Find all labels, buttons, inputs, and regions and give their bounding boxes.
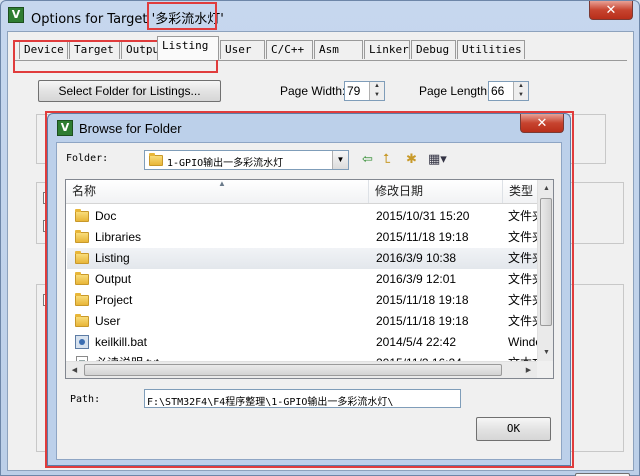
- view-menu-icon[interactable]: ▦▾: [428, 151, 447, 167]
- chevron-down-icon[interactable]: ▼: [332, 151, 348, 169]
- item-date: 2015/10/31 15:20: [376, 209, 470, 223]
- new-folder-icon[interactable]: ✱: [406, 151, 417, 167]
- item-date: 2015/11/18 19:18: [376, 293, 469, 307]
- dialog-title: Browse for Folder: [79, 121, 182, 136]
- tab-linker[interactable]: Linker: [364, 40, 410, 59]
- tab-utilities[interactable]: Utilities: [457, 40, 525, 59]
- select-folder-for-listings-button[interactable]: Select Folder for Listings...: [38, 80, 221, 102]
- tab-asm[interactable]: Asm: [314, 40, 363, 59]
- horizontal-scroll-thumb[interactable]: [84, 364, 502, 376]
- item-name: Project: [95, 293, 133, 307]
- page-width-label: Page Width:: [280, 84, 346, 98]
- page-length-arrows[interactable]: ▲ ▼: [513, 82, 528, 100]
- scroll-up-icon[interactable]: ▲: [538, 180, 553, 197]
- list-item[interactable]: Libraries 2015/11/18 19:18 文件夹: [67, 227, 538, 248]
- list-header: 名称 ▲ 修改日期 类型: [66, 180, 538, 204]
- folder-dropdown-value: 1-GPIO输出一多彩流水灯: [167, 158, 284, 169]
- file-list[interactable]: 名称 ▲ 修改日期 类型 Doc 2015/10/31 15:20 文件夹 Li…: [65, 179, 554, 379]
- path-field[interactable]: F:\STM32F4\F4程序整理\1-GPIO输出一多彩流水灯\: [144, 389, 461, 408]
- folder-icon: [75, 209, 89, 222]
- tab-listing[interactable]: Listing: [157, 36, 219, 60]
- keil-app-icon: V: [57, 120, 73, 136]
- page-length-spinner[interactable]: 66 ▲ ▼: [488, 81, 529, 101]
- item-name: Listing: [95, 251, 130, 265]
- page-length-value[interactable]: 66: [491, 84, 504, 98]
- list-item[interactable]: User 2015/11/18 19:18 文件夹: [67, 311, 538, 332]
- folder-label: Folder:: [66, 153, 109, 164]
- tab-user[interactable]: User: [220, 40, 265, 59]
- item-date: 2016/3/9 10:38: [376, 251, 457, 265]
- page-width-arrows[interactable]: ▲ ▼: [369, 82, 384, 100]
- scroll-corner: [537, 361, 553, 378]
- path-label: Path:: [70, 394, 101, 405]
- up-folder-icon[interactable]: ⮤: [383, 151, 391, 167]
- item-type: Windows: [508, 335, 538, 349]
- scroll-down-icon[interactable]: ▼: [538, 344, 553, 361]
- back-arrow-icon[interactable]: ⇦: [362, 151, 373, 167]
- column-header-date[interactable]: 修改日期: [369, 180, 503, 203]
- vertical-scroll-thumb[interactable]: [540, 198, 552, 326]
- list-item-selected[interactable]: Listing 2016/3/9 10:38 文件夹: [67, 248, 538, 269]
- highlight-listing-tab: [147, 2, 217, 30]
- item-date: 2015/11/18 19:18: [376, 314, 469, 328]
- folder-icon: [75, 293, 89, 306]
- item-date: 2015/11/18 19:18: [376, 230, 469, 244]
- spin-down-icon[interactable]: ▼: [370, 91, 384, 100]
- item-date: 2014/5/4 22:42: [376, 335, 457, 349]
- list-item[interactable]: keilkill.bat 2014/5/4 22:42 Windows: [67, 332, 538, 353]
- column-header-type[interactable]: 类型: [503, 180, 538, 203]
- item-type: 文件夹: [508, 251, 538, 265]
- item-name: Output: [95, 272, 132, 286]
- spin-up-icon[interactable]: ▲: [370, 82, 384, 91]
- outer-titlebar[interactable]: V Options for Target '多彩流水灯' ✕: [1, 1, 639, 31]
- folder-icon: [75, 251, 89, 264]
- path-value: F:\STM32F4\F4程序整理\1-GPIO输出一多彩流水灯\: [147, 397, 394, 408]
- page-width-value[interactable]: 79: [347, 84, 360, 98]
- list-item[interactable]: Project 2015/11/18 19:18 文件夹: [67, 290, 538, 311]
- item-type: 文件夹: [508, 209, 538, 223]
- horizontal-scrollbar[interactable]: ◀ ▶: [66, 361, 537, 378]
- folder-icon: [75, 230, 89, 243]
- item-name: keilkill.bat: [95, 335, 148, 349]
- tab-debug[interactable]: Debug: [411, 40, 456, 59]
- item-type: 文件夹: [508, 314, 538, 328]
- batch-file-icon: [75, 335, 89, 349]
- sort-ascending-icon: ▲: [218, 179, 226, 188]
- close-icon[interactable]: ✕: [520, 114, 564, 133]
- scroll-right-icon[interactable]: ▶: [520, 362, 537, 378]
- ok-button[interactable]: OK: [476, 417, 551, 441]
- folder-icon: [75, 314, 89, 327]
- list-item[interactable]: Doc 2015/10/31 15:20 文件夹: [67, 206, 538, 227]
- page-width-spinner[interactable]: 79 ▲ ▼: [344, 81, 385, 101]
- item-type: 文件夹: [508, 230, 538, 244]
- folder-dropdown[interactable]: 1-GPIO输出一多彩流水灯 ▼: [144, 150, 349, 170]
- item-name: User: [95, 314, 121, 328]
- spin-down-icon[interactable]: ▼: [514, 91, 528, 100]
- item-name: Libraries: [95, 230, 142, 244]
- tab-c-cpp[interactable]: C/C++: [266, 40, 313, 59]
- item-type: 文件夹: [508, 272, 538, 286]
- item-name: Doc: [95, 209, 117, 223]
- spin-up-icon[interactable]: ▲: [514, 82, 528, 91]
- browse-client-area: Folder: 1-GPIO输出一多彩流水灯 ▼ ⇦ ⮤ ✱ ▦▾ 名称 ▲ 修…: [56, 142, 562, 460]
- keil-app-icon: V: [8, 7, 24, 23]
- scroll-left-icon[interactable]: ◀: [66, 362, 83, 378]
- browse-for-folder-dialog: V Browse for Folder ✕ Folder: 1-GPIO输出一多…: [47, 113, 571, 466]
- item-type: 文件夹: [508, 293, 538, 307]
- page-length-label: Page Length:: [419, 84, 491, 98]
- list-item[interactable]: Output 2016/3/9 12:01 文件夹: [67, 269, 538, 290]
- close-icon[interactable]: ✕: [589, 1, 633, 20]
- folder-icon: [75, 272, 89, 285]
- item-date: 2016/3/9 12:01: [376, 272, 457, 286]
- vertical-scrollbar[interactable]: ▲ ▼: [537, 180, 553, 361]
